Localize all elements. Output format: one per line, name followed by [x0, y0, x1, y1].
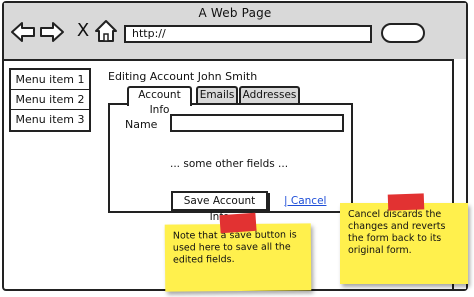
sidebar-item-2[interactable]: Menu item 2 [11, 90, 89, 110]
address-bar[interactable]: http:// [124, 25, 372, 43]
sidebar-item-1[interactable]: Menu item 1 [11, 70, 89, 90]
tab-account-info[interactable]: Account Info [127, 86, 192, 116]
note-tape [219, 212, 257, 234]
save-annotation-note: Note that a save button is used here to … [164, 223, 312, 292]
close-icon[interactable]: X [74, 21, 92, 41]
window-title: A Web Page [198, 6, 272, 20]
left-arrow-icon[interactable] [10, 20, 36, 44]
right-arrow-icon[interactable] [39, 20, 65, 44]
cancel-link[interactable]: | Cancel [284, 195, 326, 207]
sidebar-menu: Menu item 1 Menu item 2 Menu item 3 [9, 68, 91, 132]
browser-toolbar: A Web Page X http:// [4, 3, 466, 61]
name-input[interactable] [170, 114, 344, 132]
sidebar-item-3[interactable]: Menu item 3 [11, 110, 89, 130]
other-fields-placeholder: ... some other fields ... [170, 158, 289, 170]
search-field[interactable] [381, 23, 425, 43]
save-button[interactable]: Save Account Info [171, 191, 268, 223]
name-label: Name [125, 118, 158, 131]
cancel-annotation-note: Cancel discards the changes and reverts … [340, 203, 468, 284]
tab-emails[interactable]: Emails [196, 86, 238, 104]
home-icon[interactable] [94, 19, 118, 43]
note-tape [387, 193, 425, 211]
tab-addresses[interactable]: Addresses [239, 86, 300, 104]
page-title: Editing Account John Smith [108, 70, 258, 83]
